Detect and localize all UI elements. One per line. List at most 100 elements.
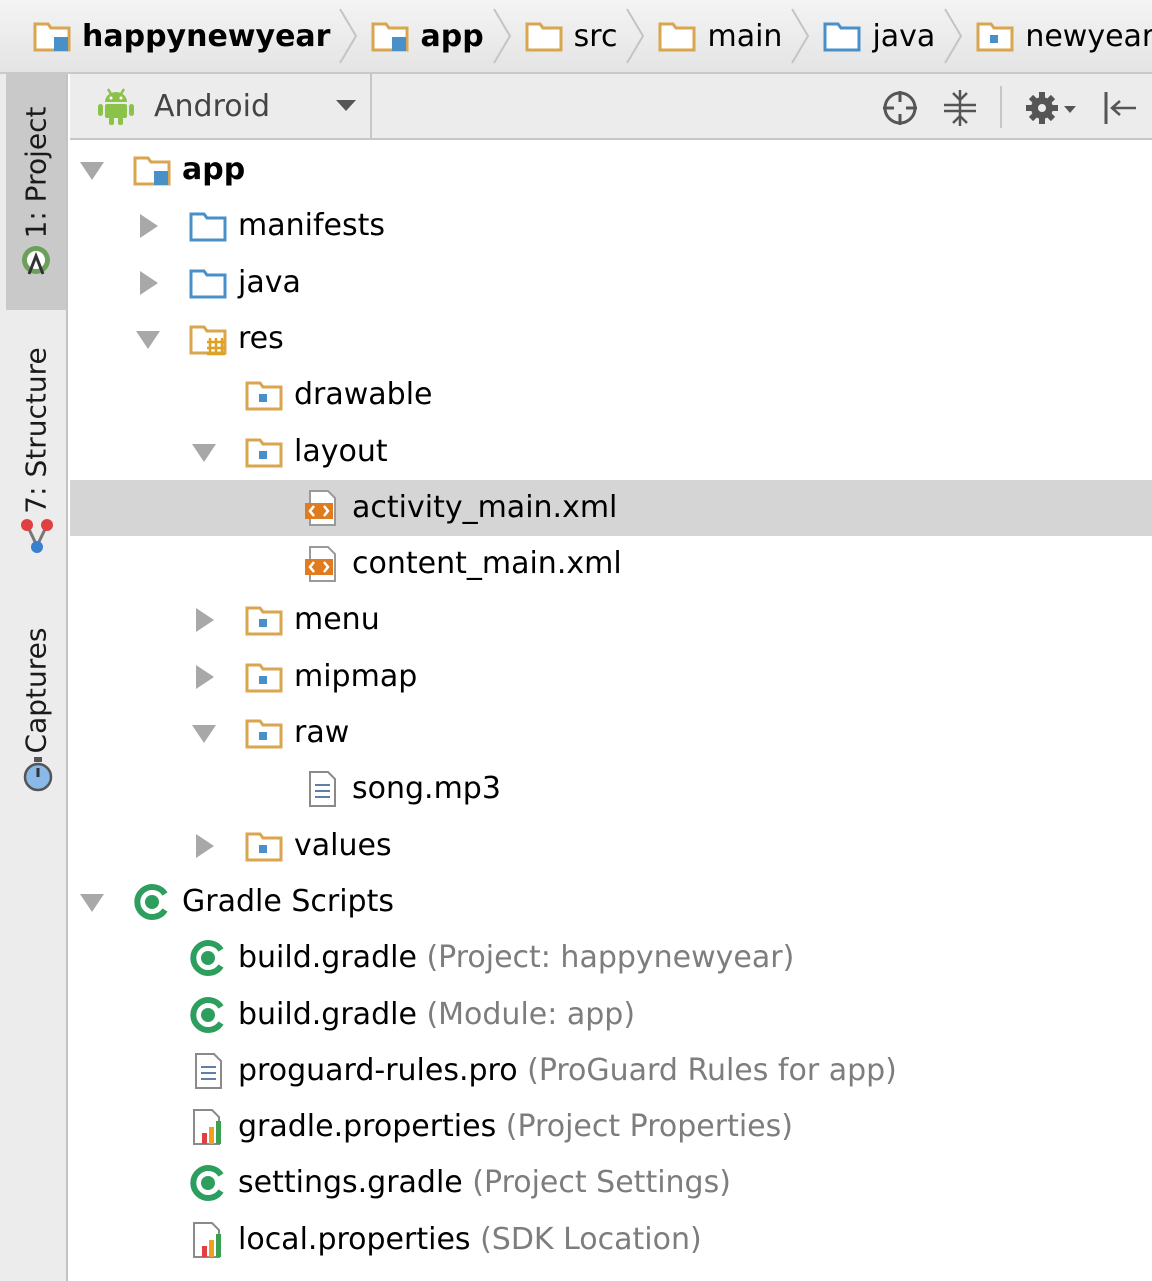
chevron-right-icon [492, 8, 511, 64]
expand-arrow-icon[interactable] [78, 888, 106, 916]
tree-row[interactable]: Gradle Scripts [70, 874, 1152, 930]
tree-item-name: settings.gradle [238, 1165, 463, 1201]
gradle-icon [134, 883, 168, 920]
tab-captures[interactable]: Captures [6, 594, 66, 804]
breadcrumb-item-java[interactable]: java [822, 0, 975, 72]
tree-item-hint: (Project Properties) [496, 1109, 793, 1145]
hide-panel-icon[interactable] [1100, 88, 1140, 128]
structure-icon [21, 519, 53, 553]
android-icon [98, 88, 134, 125]
tree-row-label: java [238, 263, 301, 303]
toolbar-divider [1000, 86, 1002, 128]
package-icon [245, 832, 283, 862]
tree-item-name: menu [294, 602, 380, 638]
tree-row[interactable]: res [70, 311, 1152, 367]
tool-window-strip: 1: Project 7: Structure Captures [0, 74, 68, 1281]
tab-project[interactable]: 1: Project [6, 74, 66, 310]
tree-row[interactable]: mipmap [70, 649, 1152, 705]
tree-row-label: local.properties (SDK Location) [238, 1220, 702, 1260]
breadcrumb-item-happynewyear[interactable]: happynewyear [32, 0, 370, 72]
chevron-right-icon [626, 8, 645, 64]
folder-icon [658, 22, 696, 52]
tree-row[interactable]: app [70, 142, 1152, 198]
tab-structure[interactable]: 7: Structure [6, 324, 66, 564]
collapse-arrow-icon[interactable] [190, 663, 218, 691]
tree-row[interactable]: proguard-rules.pro (ProGuard Rules for a… [70, 1043, 1152, 1099]
collapse-arrow-icon[interactable] [134, 212, 162, 240]
expand-arrow-icon[interactable] [190, 438, 218, 466]
expand-arrow-icon[interactable] [190, 719, 218, 747]
tree-item-name: build.gradle [238, 940, 417, 976]
gradle-icon [190, 996, 224, 1033]
tree-row-label: app [182, 150, 245, 190]
tree-row-label: values [294, 826, 392, 866]
tree-item-name: build.gradle [238, 996, 417, 1032]
breadcrumb-label: main [707, 18, 783, 54]
tree-item-hint: (SDK Location) [470, 1221, 702, 1257]
expand-arrow-icon[interactable] [78, 156, 106, 184]
module-folder-icon [371, 22, 409, 52]
tree-row[interactable]: build.gradle (Module: app) [70, 987, 1152, 1043]
tree-item-name: raw [294, 715, 350, 750]
tree-item-name: content_main.xml [352, 546, 622, 582]
locate-icon[interactable] [880, 88, 920, 128]
tree-row[interactable]: build.gradle (Project: happynewyear) [70, 930, 1152, 986]
tree-row-label: song.mp3 [352, 769, 501, 809]
tree-row[interactable]: song.mp3 [70, 761, 1152, 817]
breadcrumb-item-newyear[interactable]: newyear [975, 0, 1152, 72]
collapse-arrow-icon[interactable] [190, 606, 218, 634]
tree-row-label: content_main.xml [352, 544, 622, 584]
tree-row[interactable]: gradle.properties (Project Properties) [70, 1099, 1152, 1155]
tree-row[interactable]: menu [70, 592, 1152, 648]
tree-row[interactable]: java [70, 255, 1152, 311]
tab-project-label: 1: Project [19, 106, 53, 239]
tree-item-name: values [294, 827, 392, 863]
tree-row[interactable]: raw [70, 705, 1152, 761]
tree-row[interactable]: values [70, 818, 1152, 874]
properties-file-icon [193, 1221, 221, 1258]
stopwatch-icon [23, 757, 53, 792]
tree-row[interactable]: activity_main.xml [70, 479, 1152, 536]
breadcrumb-item-src[interactable]: src [524, 0, 658, 72]
tree-row-label: gradle.properties (Project Properties) [238, 1107, 793, 1147]
tree-item-hint: (Module: app) [416, 996, 636, 1032]
module-folder-icon [33, 22, 71, 52]
project-toolbar: Android [70, 74, 1152, 140]
tree-row-label: menu [294, 600, 380, 640]
view-mode-dropdown[interactable]: Android [70, 74, 372, 138]
tree-item-hint: (Project Settings) [462, 1165, 731, 1201]
tab-captures-label: Captures [19, 627, 53, 754]
tree-item-name: local.properties [238, 1221, 471, 1257]
expand-arrow-icon[interactable] [134, 325, 162, 353]
source-folder-icon [189, 269, 227, 299]
tree-item-hint: (Project: happynewyear) [416, 940, 795, 976]
tree-row[interactable]: drawable [70, 367, 1152, 423]
tree-row-label: build.gradle (Project: happynewyear) [238, 938, 794, 978]
tree-row[interactable]: settings.gradle (Project Settings) [70, 1155, 1152, 1211]
tree-row[interactable]: manifests [70, 198, 1152, 254]
tree-row-label: settings.gradle (Project Settings) [238, 1163, 731, 1203]
breadcrumb-item-app[interactable]: app [370, 0, 523, 72]
tree-row-label: activity_main.xml [352, 488, 617, 528]
tree-row-label: raw [294, 713, 349, 753]
android-studio-icon [22, 246, 50, 275]
source-folder-icon [823, 22, 861, 52]
tree-item-name: layout [294, 433, 388, 469]
chevron-down-icon [336, 100, 356, 111]
tree-item-name: song.mp3 [352, 771, 501, 807]
package-icon [245, 663, 283, 693]
package-icon [245, 438, 283, 467]
tree-row-label: res [238, 319, 284, 359]
collapse-all-icon[interactable] [940, 88, 980, 128]
breadcrumb-label: java [872, 18, 936, 54]
breadcrumb-item-main[interactable]: main [657, 0, 822, 72]
tree-row[interactable]: local.properties (SDK Location) [70, 1212, 1152, 1268]
tree-row[interactable]: content_main.xml [70, 536, 1152, 592]
collapse-arrow-icon[interactable] [190, 832, 218, 860]
collapse-arrow-icon[interactable] [134, 269, 162, 297]
settings-gear-icon[interactable] [1024, 88, 1080, 128]
package-icon [245, 381, 283, 411]
breadcrumb-label: src [573, 18, 618, 54]
tree-item-name: Gradle Scripts [182, 883, 394, 919]
tree-row[interactable]: layout [70, 424, 1152, 480]
